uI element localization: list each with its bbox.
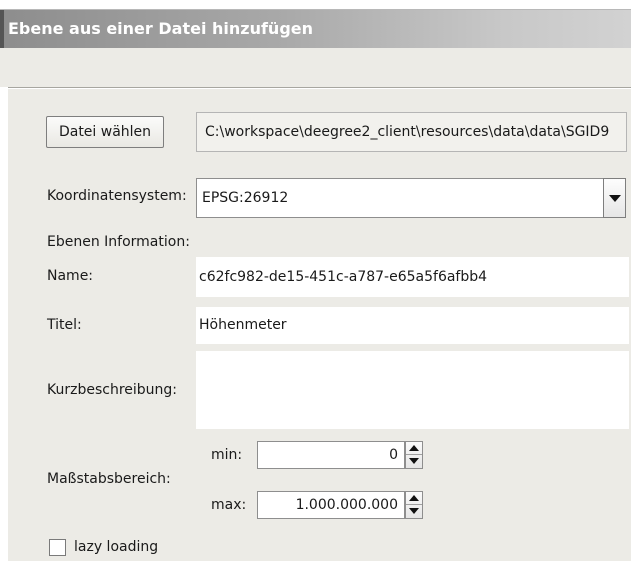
window-title: Ebene aus einer Datei hinzufügen — [8, 19, 314, 38]
layer-info-heading: Ebenen Information: — [47, 234, 190, 250]
spin-up-button[interactable] — [406, 442, 422, 455]
scale-min-input[interactable]: 0 — [257, 441, 405, 469]
arrow-up-icon — [409, 445, 419, 451]
crs-select[interactable]: EPSG:26912 — [196, 178, 603, 218]
arrow-up-icon — [409, 495, 419, 501]
lazy-loading-label: lazy loading — [74, 539, 159, 555]
crs-label: Koordinatensystem: — [47, 188, 187, 204]
chevron-down-icon — [609, 195, 621, 202]
name-input[interactable]: c62fc982-de15-451c-a787-e65a5f6afbb4 — [196, 257, 629, 297]
spin-down-button[interactable] — [406, 455, 422, 468]
scale-min-spinner[interactable] — [405, 441, 423, 469]
scale-max-spinner[interactable] — [405, 491, 423, 519]
header-area — [0, 48, 631, 87]
scale-max-input[interactable]: 1.000.000.000 — [257, 491, 405, 519]
title-input[interactable]: Höhenmeter — [196, 307, 629, 344]
abstract-textarea[interactable] — [196, 351, 629, 429]
title-bar[interactable]: Ebene aus einer Datei hinzufügen — [0, 9, 631, 48]
arrow-down-icon — [409, 458, 419, 464]
form-panel: Datei wählen C:\workspace\deegree2_clien… — [8, 89, 631, 561]
name-label: Name: — [47, 268, 94, 284]
arrow-down-icon — [409, 508, 419, 514]
scale-max-label: max: — [211, 497, 247, 513]
scale-range-label: Maßstabsbereich: — [47, 471, 171, 487]
crs-dropdown-button[interactable] — [603, 178, 626, 218]
spin-up-button[interactable] — [406, 492, 422, 505]
scale-min-label: min: — [211, 447, 243, 463]
spin-down-button[interactable] — [406, 505, 422, 518]
lazy-loading-checkbox[interactable] — [49, 539, 66, 556]
title-label: Titel: — [47, 317, 82, 333]
title-bar-edge — [0, 10, 4, 48]
file-path-field[interactable]: C:\workspace\deegree2_client\resources\d… — [196, 112, 627, 152]
choose-file-button[interactable]: Datei wählen — [46, 116, 164, 148]
abstract-label: Kurzbeschreibung: — [47, 382, 178, 398]
